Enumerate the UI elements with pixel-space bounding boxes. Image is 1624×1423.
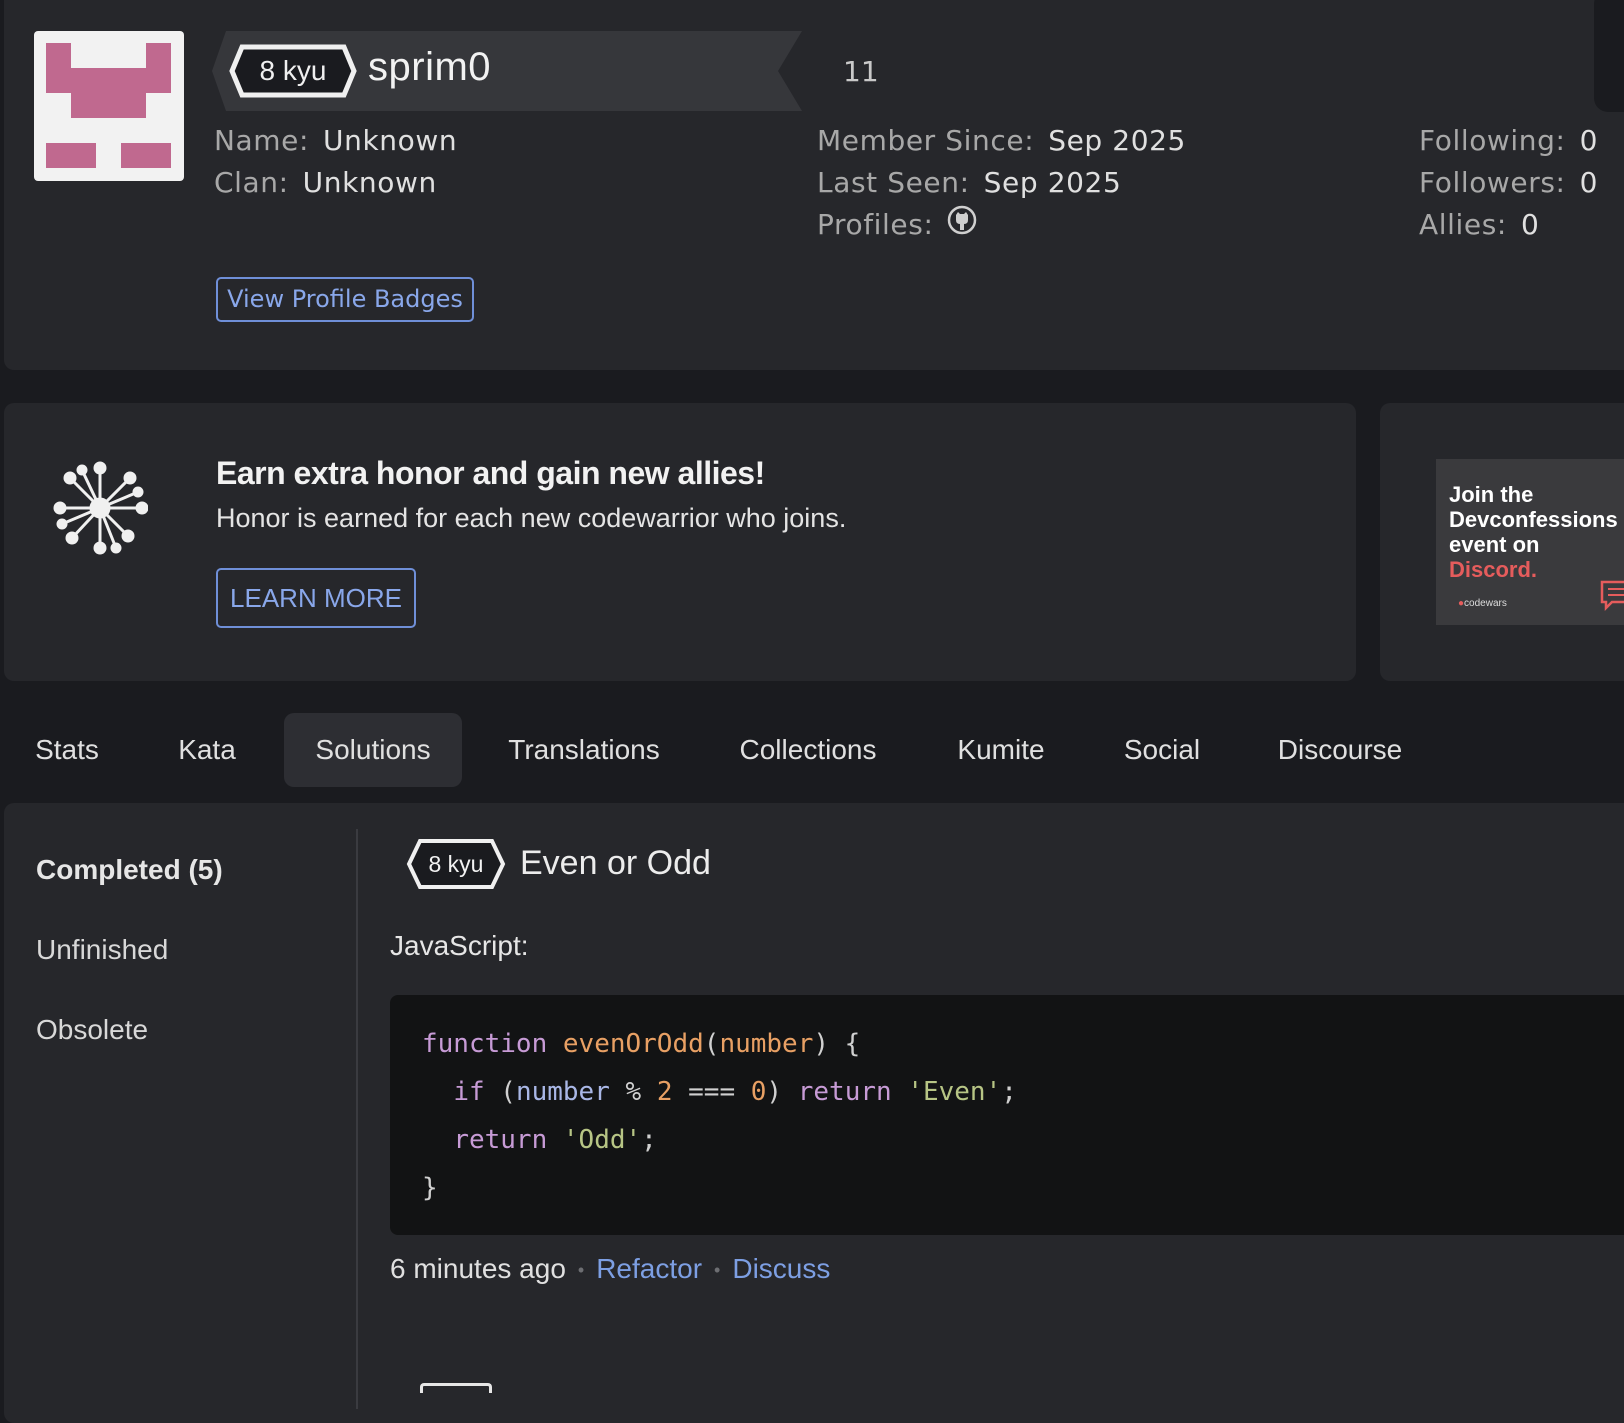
chat-bubble-icon: [1598, 576, 1624, 621]
right-panel-edge: [1594, 0, 1624, 112]
tab-collections[interactable]: Collections: [728, 713, 888, 787]
kata-title[interactable]: Even or Odd: [520, 844, 711, 883]
allies-value: 0: [1520, 208, 1540, 241]
tab-solutions[interactable]: Solutions: [284, 713, 462, 787]
ad-line-1: Join the: [1449, 482, 1534, 507]
member-since-label: Member Since:: [817, 124, 1035, 157]
last-seen-label: Last Seen:: [817, 166, 970, 199]
sidebar-item-obsolete[interactable]: Obsolete: [36, 1014, 148, 1046]
honor-count: 11: [843, 55, 879, 88]
profile-tabs: Stats Kata Solutions Translations Collec…: [0, 713, 1624, 787]
followers-row[interactable]: Followers: 0: [1419, 166, 1598, 199]
next-kata-rank-badge: [420, 1383, 492, 1393]
kata-rank-label: 8 kyu: [428, 851, 484, 877]
username: sprim0: [368, 45, 492, 89]
rank-badge: 8 kyu: [228, 43, 358, 99]
followers-value: 0: [1579, 166, 1599, 199]
profiles-label: Profiles:: [817, 208, 934, 241]
allies-row[interactable]: Allies: 0: [1419, 208, 1539, 241]
view-profile-badges-button[interactable]: View Profile Badges: [216, 277, 474, 322]
clan-label: Clan:: [214, 166, 289, 199]
rank-label: 8 kyu: [259, 55, 327, 86]
referral-promo-card: [4, 403, 1356, 681]
learn-more-button[interactable]: LEARN MORE: [216, 568, 416, 628]
solution-meta: 6 minutes ago • Refactor • Discuss: [390, 1253, 830, 1285]
member-since-row: Member Since: Sep 2025: [817, 124, 1186, 157]
following-label: Following:: [1419, 124, 1566, 157]
ad-text: Join the Devconfessions event on Discord…: [1449, 482, 1624, 582]
solution-time: 6 minutes ago: [390, 1253, 566, 1284]
followers-label: Followers:: [1419, 166, 1566, 199]
solution-code: function evenOrOdd(number) { if (number …: [422, 1029, 1017, 1203]
tab-translations[interactable]: Translations: [496, 713, 672, 787]
tab-kumite[interactable]: Kumite: [944, 713, 1058, 787]
promo-subtitle: Honor is earned for each new codewarrior…: [216, 503, 847, 533]
tab-social[interactable]: Social: [1116, 713, 1208, 787]
following-row[interactable]: Following: 0: [1419, 124, 1598, 157]
clan-value: Unknown: [302, 166, 437, 199]
codewars-logo: ●codewars: [1458, 598, 1507, 609]
last-seen-row: Last Seen: Sep 2025: [817, 166, 1121, 199]
separator-dot: •: [577, 1260, 585, 1281]
name-label: Name:: [214, 124, 310, 157]
separator-dot: •: [714, 1260, 721, 1281]
tab-discourse[interactable]: Discourse: [1264, 713, 1416, 787]
sidebar-item-unfinished[interactable]: Unfinished: [36, 934, 168, 966]
last-seen-value: Sep 2025: [983, 166, 1122, 199]
name-value: Unknown: [323, 124, 458, 157]
avatar: [34, 31, 184, 181]
clan-row: Clan: Unknown: [214, 166, 437, 199]
profiles-row: Profiles:: [817, 205, 977, 242]
discuss-link[interactable]: Discuss: [732, 1253, 830, 1284]
tab-stats[interactable]: Stats: [14, 713, 120, 787]
member-since-value: Sep 2025: [1048, 124, 1186, 157]
ad-line-3: event on: [1449, 532, 1540, 557]
tab-kata[interactable]: Kata: [160, 713, 254, 787]
language-label: JavaScript:: [390, 930, 529, 961]
allies-label: Allies:: [1419, 208, 1507, 241]
following-value: 0: [1579, 124, 1598, 157]
network-icon: [52, 460, 149, 561]
sidebar-item-completed[interactable]: Completed (5): [36, 854, 223, 886]
promo-title: Earn extra honor and gain new allies!: [216, 455, 765, 491]
kata-rank-badge: 8 kyu: [406, 838, 506, 890]
github-icon[interactable]: [947, 205, 977, 242]
name-row: Name: Unknown: [214, 124, 457, 157]
sidebar-divider: [356, 829, 358, 1409]
codewars-logo-text: codewars: [1464, 598, 1507, 609]
refactor-link[interactable]: Refactor: [596, 1253, 702, 1284]
ad-line-2: Devconfessions: [1449, 507, 1618, 532]
